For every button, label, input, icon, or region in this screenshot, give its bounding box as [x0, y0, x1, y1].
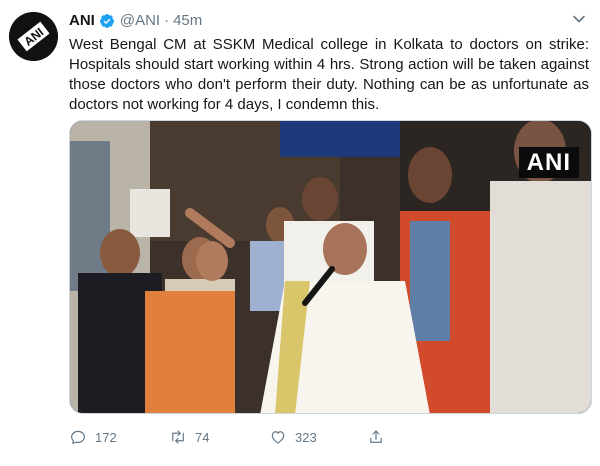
- reply-button[interactable]: 172: [69, 428, 117, 446]
- heart-icon: [271, 431, 285, 444]
- like-count: 323: [295, 429, 317, 445]
- chevron-down-icon[interactable]: [572, 12, 586, 26]
- verified-badge-icon: [99, 13, 115, 29]
- tweet-media-photo[interactable]: ANI: [69, 120, 592, 414]
- author-handle[interactable]: @ANI: [120, 12, 160, 30]
- reply-icon: [71, 430, 85, 444]
- avatar[interactable]: ANI: [9, 12, 58, 61]
- media-watermark: ANI: [518, 147, 579, 178]
- retweet-count: 74: [195, 429, 210, 445]
- separator-dot: ·: [164, 12, 170, 29]
- ani-logo: ANI: [9, 12, 58, 61]
- photo-scene: [70, 121, 591, 413]
- retweet-icon: [172, 430, 184, 444]
- tweet-header: ANI @ANI · 45m: [69, 12, 202, 30]
- tweet-text: West Bengal CM at SSKM Medical college i…: [69, 36, 589, 113]
- share-icon: [370, 430, 382, 443]
- timestamp[interactable]: 45m: [173, 12, 202, 30]
- share-button[interactable]: [367, 428, 393, 446]
- author-name[interactable]: ANI: [69, 12, 95, 30]
- like-button[interactable]: 323: [269, 428, 317, 446]
- retweet-button[interactable]: 74: [169, 428, 209, 446]
- notice-sign: [130, 189, 170, 237]
- tweet-actions: 172 74 323: [69, 428, 469, 452]
- tweet-card[interactable]: ANI ANI @ANI · 45m West Bengal CM at SSK…: [0, 0, 600, 466]
- reply-count: 172: [95, 429, 117, 445]
